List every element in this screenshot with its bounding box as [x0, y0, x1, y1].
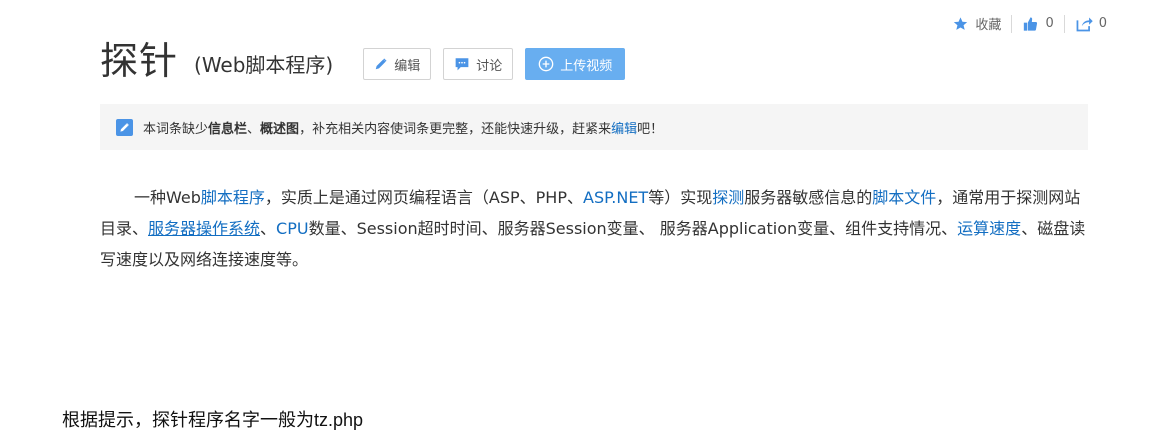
like-button[interactable]: 0	[1022, 16, 1054, 32]
missing-info-notice: 本词条缺少 信息栏、概述图 ，补充相关内容使词条更完整，还能快速升级，赶紧来 编辑 吧！	[100, 104, 1088, 150]
edit-button[interactable]: 编辑	[363, 48, 432, 80]
divider	[1011, 14, 1013, 33]
share-count: 0	[1098, 16, 1107, 31]
link-cpu[interactable]: CPU	[276, 219, 309, 238]
page-title: 探针	[100, 39, 179, 83]
link-script-program[interactable]: 脚本程序	[201, 188, 265, 207]
favorite-button[interactable]: 收藏	[952, 14, 1001, 33]
divider	[1063, 14, 1065, 33]
link-script-file[interactable]: 脚本文件	[872, 188, 936, 207]
paragraph-text: 一种Web	[134, 188, 201, 207]
page-subtitle: (Web脚本程序)	[194, 53, 334, 77]
discuss-button[interactable]: 讨论	[443, 48, 514, 80]
chat-icon	[454, 57, 470, 71]
edit-label: 编辑	[394, 58, 421, 74]
notice-separator: 、	[247, 121, 261, 137]
paragraph-text: 等）实现	[648, 188, 713, 207]
discuss-label: 讨论	[476, 58, 503, 74]
paragraph-text: ，实质上是通过网页编程语言（ASP、PHP、	[264, 188, 583, 207]
like-count: 0	[1045, 16, 1054, 31]
title-row: 探针 (Web脚本程序) 编辑 讨论 上传视频	[100, 36, 626, 86]
pencil-icon	[116, 118, 133, 136]
upload-video-label: 上传视频	[560, 58, 613, 74]
upload-video-button[interactable]: 上传视频	[525, 48, 626, 80]
pencil-icon	[374, 57, 388, 71]
notice-edit-link[interactable]: 编辑	[611, 118, 637, 137]
hint-note: 根据提示，探针程序名字一般为tz.php	[62, 410, 364, 430]
notice-text: 本词条缺少	[143, 121, 209, 137]
notice-summary-image-term: 概述图	[260, 121, 300, 137]
share-icon	[1075, 16, 1093, 32]
notice-infobox-term: 信息栏	[208, 121, 248, 137]
link-server-os[interactable]: 服务器操作系统	[148, 219, 260, 238]
link-aspnet[interactable]: ASP.NET	[583, 188, 648, 207]
paragraph-text: 数量、Session超时时间、服务器Session变量、 服务器Applicat…	[308, 219, 958, 238]
notice-text: 吧！	[637, 121, 664, 137]
top-actions: 收藏 0 0	[952, 14, 1107, 33]
link-probe[interactable]: 探测	[712, 188, 744, 207]
definition-paragraph: 一种Web脚本程序，实质上是通过网页编程语言（ASP、PHP、ASP.NET等）…	[100, 182, 1095, 275]
thumbs-up-icon	[1022, 16, 1039, 32]
notice-text: ，补充相关内容使词条更完整，还能快速升级，赶紧来	[299, 121, 612, 137]
favorite-label: 收藏	[975, 18, 1002, 33]
star-icon	[952, 16, 969, 32]
plus-circle-icon	[538, 56, 554, 72]
link-compute-speed[interactable]: 运算速度	[957, 219, 1021, 238]
paragraph-text: 服务器敏感信息的	[744, 188, 873, 207]
paragraph-text: 、	[260, 219, 277, 238]
share-button[interactable]: 0	[1075, 16, 1107, 32]
